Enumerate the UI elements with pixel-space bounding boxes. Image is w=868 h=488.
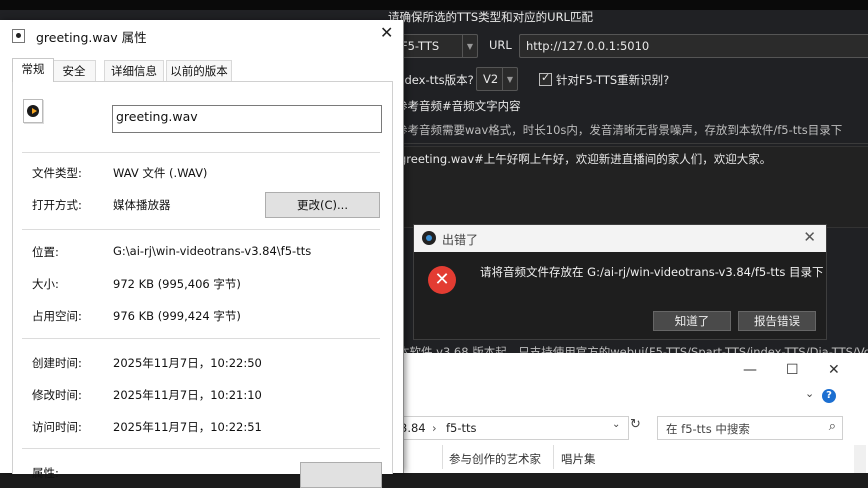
file-name-input[interactable]: greeting.wav [112, 105, 382, 133]
ref-audio-hint: 参考音频需要wav格式，时长10s内，发音清晰无背景噪声，存放到本软件/f5-t… [396, 123, 843, 137]
accessed-label: 访问时间: [32, 420, 82, 434]
tab-details[interactable]: 详细信息 [104, 60, 164, 81]
created-label: 创建时间: [32, 356, 82, 370]
tts-url-hint: 请确保所选的TTS类型和对应的URL匹配 [388, 10, 593, 24]
media-file-icon [23, 99, 43, 123]
file-name-value: greeting.wav [116, 109, 198, 124]
app-logo-icon [422, 231, 436, 245]
divider [22, 152, 380, 153]
column-divider [442, 445, 443, 469]
reidentify-checkbox[interactable] [539, 71, 552, 86]
version-select[interactable]: V2 ▼ [476, 67, 518, 91]
location-value: G:\ai-rj\win-videotrans-v3.84\f5-tts [113, 244, 312, 258]
refresh-icon[interactable]: ↻ [630, 417, 641, 432]
divider [396, 143, 868, 144]
file-type-label: 文件类型: [32, 166, 82, 180]
divider [22, 229, 380, 230]
divider [22, 338, 380, 339]
search-placeholder: 在 f5-tts 中搜索 [666, 422, 750, 436]
close-icon[interactable]: ✕ [803, 228, 816, 246]
ref-audio-heading: 参考音频#音频文字内容 [396, 99, 521, 113]
minimize-button[interactable]: — [743, 362, 757, 378]
accessed-value: 2025年11月7日，10:22:51 [113, 420, 262, 434]
size-value: 972 KB (995,406 字节) [113, 277, 241, 291]
maximize-button[interactable]: ☐ [786, 362, 799, 378]
modified-value: 2025年11月7日，10:21:10 [113, 388, 262, 402]
file-explorer-window: — ☐ ✕ ⌄ ? 3.84 › f5-tts ⌄ ↻ 在 f5-tts 中搜索… [398, 353, 868, 473]
close-icon[interactable]: ✕ [380, 23, 393, 42]
chevron-down-icon: ▼ [462, 35, 477, 57]
modified-label: 修改时间: [32, 388, 82, 402]
tab-general[interactable]: 常规 [12, 58, 54, 82]
attributes-label: 属性: [32, 466, 59, 480]
file-properties-dialog: greeting.wav 属性 ✕ 常规 安全 详细信息 以前的版本 greet… [0, 20, 404, 488]
tab-security[interactable]: 安全 [52, 60, 96, 81]
chevron-down-icon: ▼ [502, 68, 517, 90]
disk-size-label: 占用空间: [32, 309, 82, 323]
file-type-value: WAV 文件 (.WAV) [113, 166, 208, 180]
breadcrumb-f5-tts[interactable]: f5-tts [446, 421, 477, 435]
wav-file-icon [12, 29, 25, 43]
error-dialog: 出错了 ✕ ✕ 请将音频文件存放在 G:/ai-rj/win-videotran… [413, 224, 827, 340]
index-tts-version-label: index-tts版本? [394, 73, 474, 87]
version-value: V2 [483, 72, 499, 86]
location-label: 位置: [32, 245, 59, 259]
url-label: URL [489, 38, 512, 52]
ok-button[interactable]: 知道了 [653, 311, 731, 331]
error-message: 请将音频文件存放在 G:/ai-rj/win-videotrans-v3.84/… [480, 265, 824, 279]
ref-content-textarea[interactable]: greeting.wav#上午好啊上午好，欢迎新进直播间的家人们，欢迎大家。 [396, 146, 868, 228]
size-label: 大小: [32, 277, 59, 291]
vertical-scrollbar[interactable] [854, 445, 866, 473]
search-icon: ⌕ [828, 419, 836, 434]
error-dialog-titlebar: 出错了 ✕ [414, 225, 826, 252]
close-button[interactable]: ✕ [828, 362, 840, 378]
column-header-artists[interactable]: 参与创作的艺术家 [449, 451, 541, 467]
column-header-album[interactable]: 唱片集 [561, 451, 596, 467]
column-divider [553, 445, 554, 469]
open-with-value: 媒体播放器 [113, 198, 171, 212]
url-value: http://127.0.0.1:5010 [526, 39, 650, 53]
chevron-down-icon[interactable]: ⌄ [612, 419, 620, 430]
tts-type-value: F5-TTS [401, 39, 440, 53]
tab-previous-versions[interactable]: 以前的版本 [166, 60, 232, 81]
address-bar[interactable]: 3.84 › f5-tts [398, 416, 629, 440]
created-value: 2025年11月7日，10:22:50 [113, 356, 262, 370]
chevron-down-icon[interactable]: ⌄ [805, 387, 814, 400]
reidentify-label: 针对F5-TTS重新识别? [556, 73, 670, 87]
error-icon: ✕ [428, 266, 456, 294]
error-dialog-title: 出错了 [442, 233, 479, 247]
divider [22, 448, 380, 449]
advanced-button[interactable] [300, 462, 382, 488]
disk-size-value: 976 KB (999,424 字节) [113, 309, 241, 323]
dialog-title: greeting.wav 属性 [36, 30, 147, 45]
help-icon[interactable]: ? [822, 389, 836, 403]
ref-content-text: greeting.wav#上午好啊上午好，欢迎新进直播间的家人们，欢迎大家。 [399, 152, 772, 166]
open-with-label: 打开方式: [32, 198, 82, 212]
url-input[interactable]: http://127.0.0.1:5010 [519, 34, 868, 58]
explorer-search-box[interactable]: 在 f5-tts 中搜索 ⌕ [657, 416, 843, 440]
change-button[interactable]: 更改(C)... [265, 192, 380, 218]
report-error-button[interactable]: 报告错误 [738, 311, 816, 331]
breadcrumb-separator-icon: › [432, 421, 437, 435]
tts-type-select[interactable]: F5-TTS ▼ [396, 34, 478, 58]
